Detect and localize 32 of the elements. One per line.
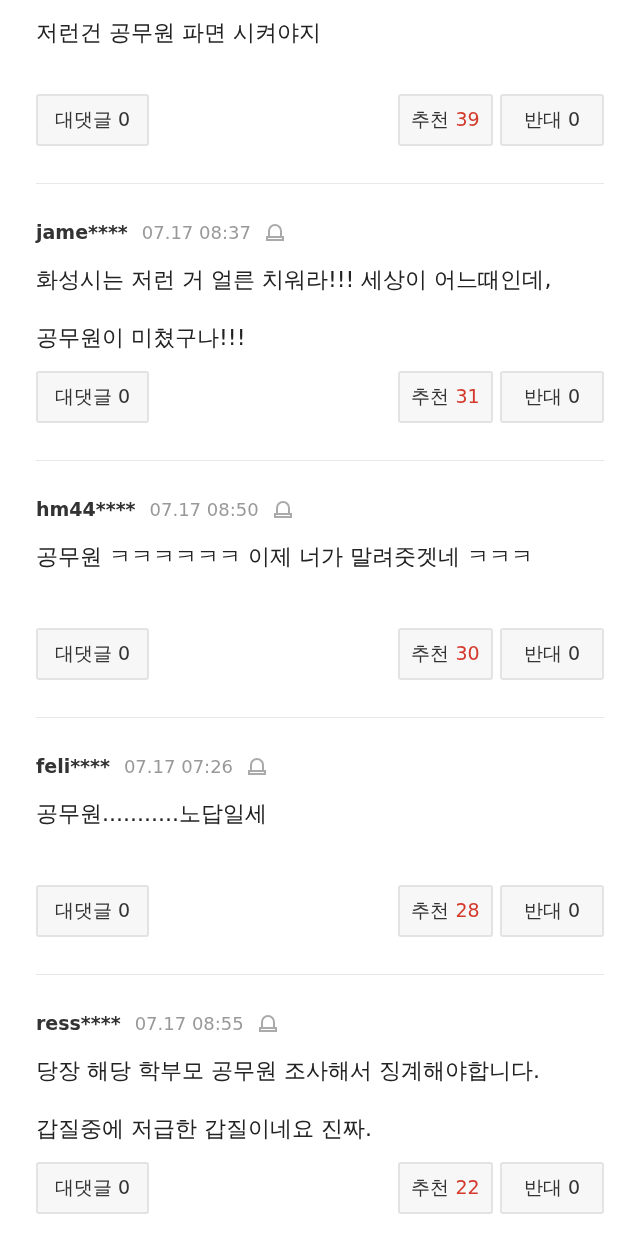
reply-button[interactable]: 대댓글 0	[36, 371, 149, 423]
downvote-button[interactable]: 반대 0	[500, 1162, 604, 1214]
comment-text: 공무원...........노답일세	[36, 800, 268, 828]
comment-author: ress****	[36, 1012, 121, 1034]
upvote-button[interactable]: 추천 30	[398, 628, 493, 680]
comment-time: 07.17 08:37	[141, 221, 251, 243]
comment-author: feli****	[36, 755, 110, 777]
upvote-button[interactable]: 추천 22	[398, 1162, 493, 1214]
comment-time: 07.17 08:50	[149, 498, 259, 520]
siren-icon[interactable]	[247, 756, 268, 776]
comment-time: 07.17 07:26	[123, 755, 234, 777]
reply-button[interactable]: 대댓글 0	[36, 628, 149, 680]
upvote-button[interactable]: 추천 31	[398, 371, 493, 423]
siren-icon[interactable]	[272, 499, 293, 519]
siren-icon[interactable]	[257, 1013, 278, 1033]
downvote-button[interactable]: 반대 0	[500, 371, 604, 423]
reply-button[interactable]: 대댓글 0	[36, 885, 149, 937]
downvote-button[interactable]: 반대 0	[500, 628, 604, 680]
comment-text: 화성시는 저런 거 얼른 치워라!!! 세상이 어느때인데, 공무원이 미쳤구나!!!	[36, 266, 553, 352]
upvote-button[interactable]: 추천 39	[398, 94, 493, 146]
downvote-button[interactable]: 반대 0	[500, 885, 604, 937]
upvote-button[interactable]: 추천 28	[398, 885, 493, 937]
comment-text: 당장 해당 학부모 공무원 조사해서 징계해야합니다. 갑질중에 저급한 갑질이네요 진짜.	[36, 1057, 541, 1143]
comment-author: hm44****	[36, 498, 136, 520]
downvote-button[interactable]: 반대 0	[500, 94, 604, 146]
reply-button[interactable]: 대댓글 0	[36, 94, 149, 146]
comment-text: 저런건 공무원 파면 시켜야지	[36, 19, 322, 47]
comment-text: 공무원 ㅋㅋㅋㅋㅋㅋ 이제 너가 말려줏겟네 ㅋㅋㅋ	[36, 543, 534, 571]
comment-time: 07.17 08:55	[134, 1012, 244, 1034]
siren-icon[interactable]	[264, 222, 285, 242]
comment-author: jame****	[36, 221, 128, 243]
reply-button[interactable]: 대댓글 0	[36, 1162, 149, 1214]
